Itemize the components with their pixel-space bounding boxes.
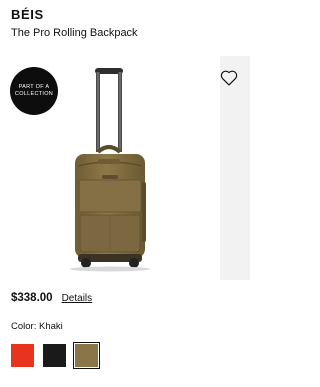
product-image[interactable] — [58, 62, 168, 272]
product-gallery[interactable]: PART OF A COLLECTION — [0, 56, 250, 280]
details-link[interactable]: Details — [62, 293, 93, 304]
product-price: $338.00 — [11, 292, 53, 304]
collection-badge: PART OF A COLLECTION — [10, 67, 58, 115]
brand-logo[interactable]: BÉIS — [11, 7, 44, 22]
swatch-khaki[interactable] — [73, 342, 100, 369]
price-row: $338.00 Details — [11, 292, 92, 304]
swatch-black[interactable] — [43, 344, 66, 367]
product-page: BÉIS The Pro Rolling Backpack PART OF A … — [0, 0, 250, 387]
color-label: Color: Khaki — [11, 321, 63, 332]
collection-badge-text: PART OF A COLLECTION — [14, 84, 54, 97]
color-swatches — [11, 342, 100, 369]
product-title: The Pro Rolling Backpack — [11, 27, 138, 39]
gallery-slide-next[interactable] — [220, 56, 250, 280]
heart-icon[interactable] — [220, 70, 238, 86]
gallery-slide-main[interactable]: PART OF A COLLECTION — [0, 56, 218, 280]
swatch-red[interactable] — [11, 344, 34, 367]
